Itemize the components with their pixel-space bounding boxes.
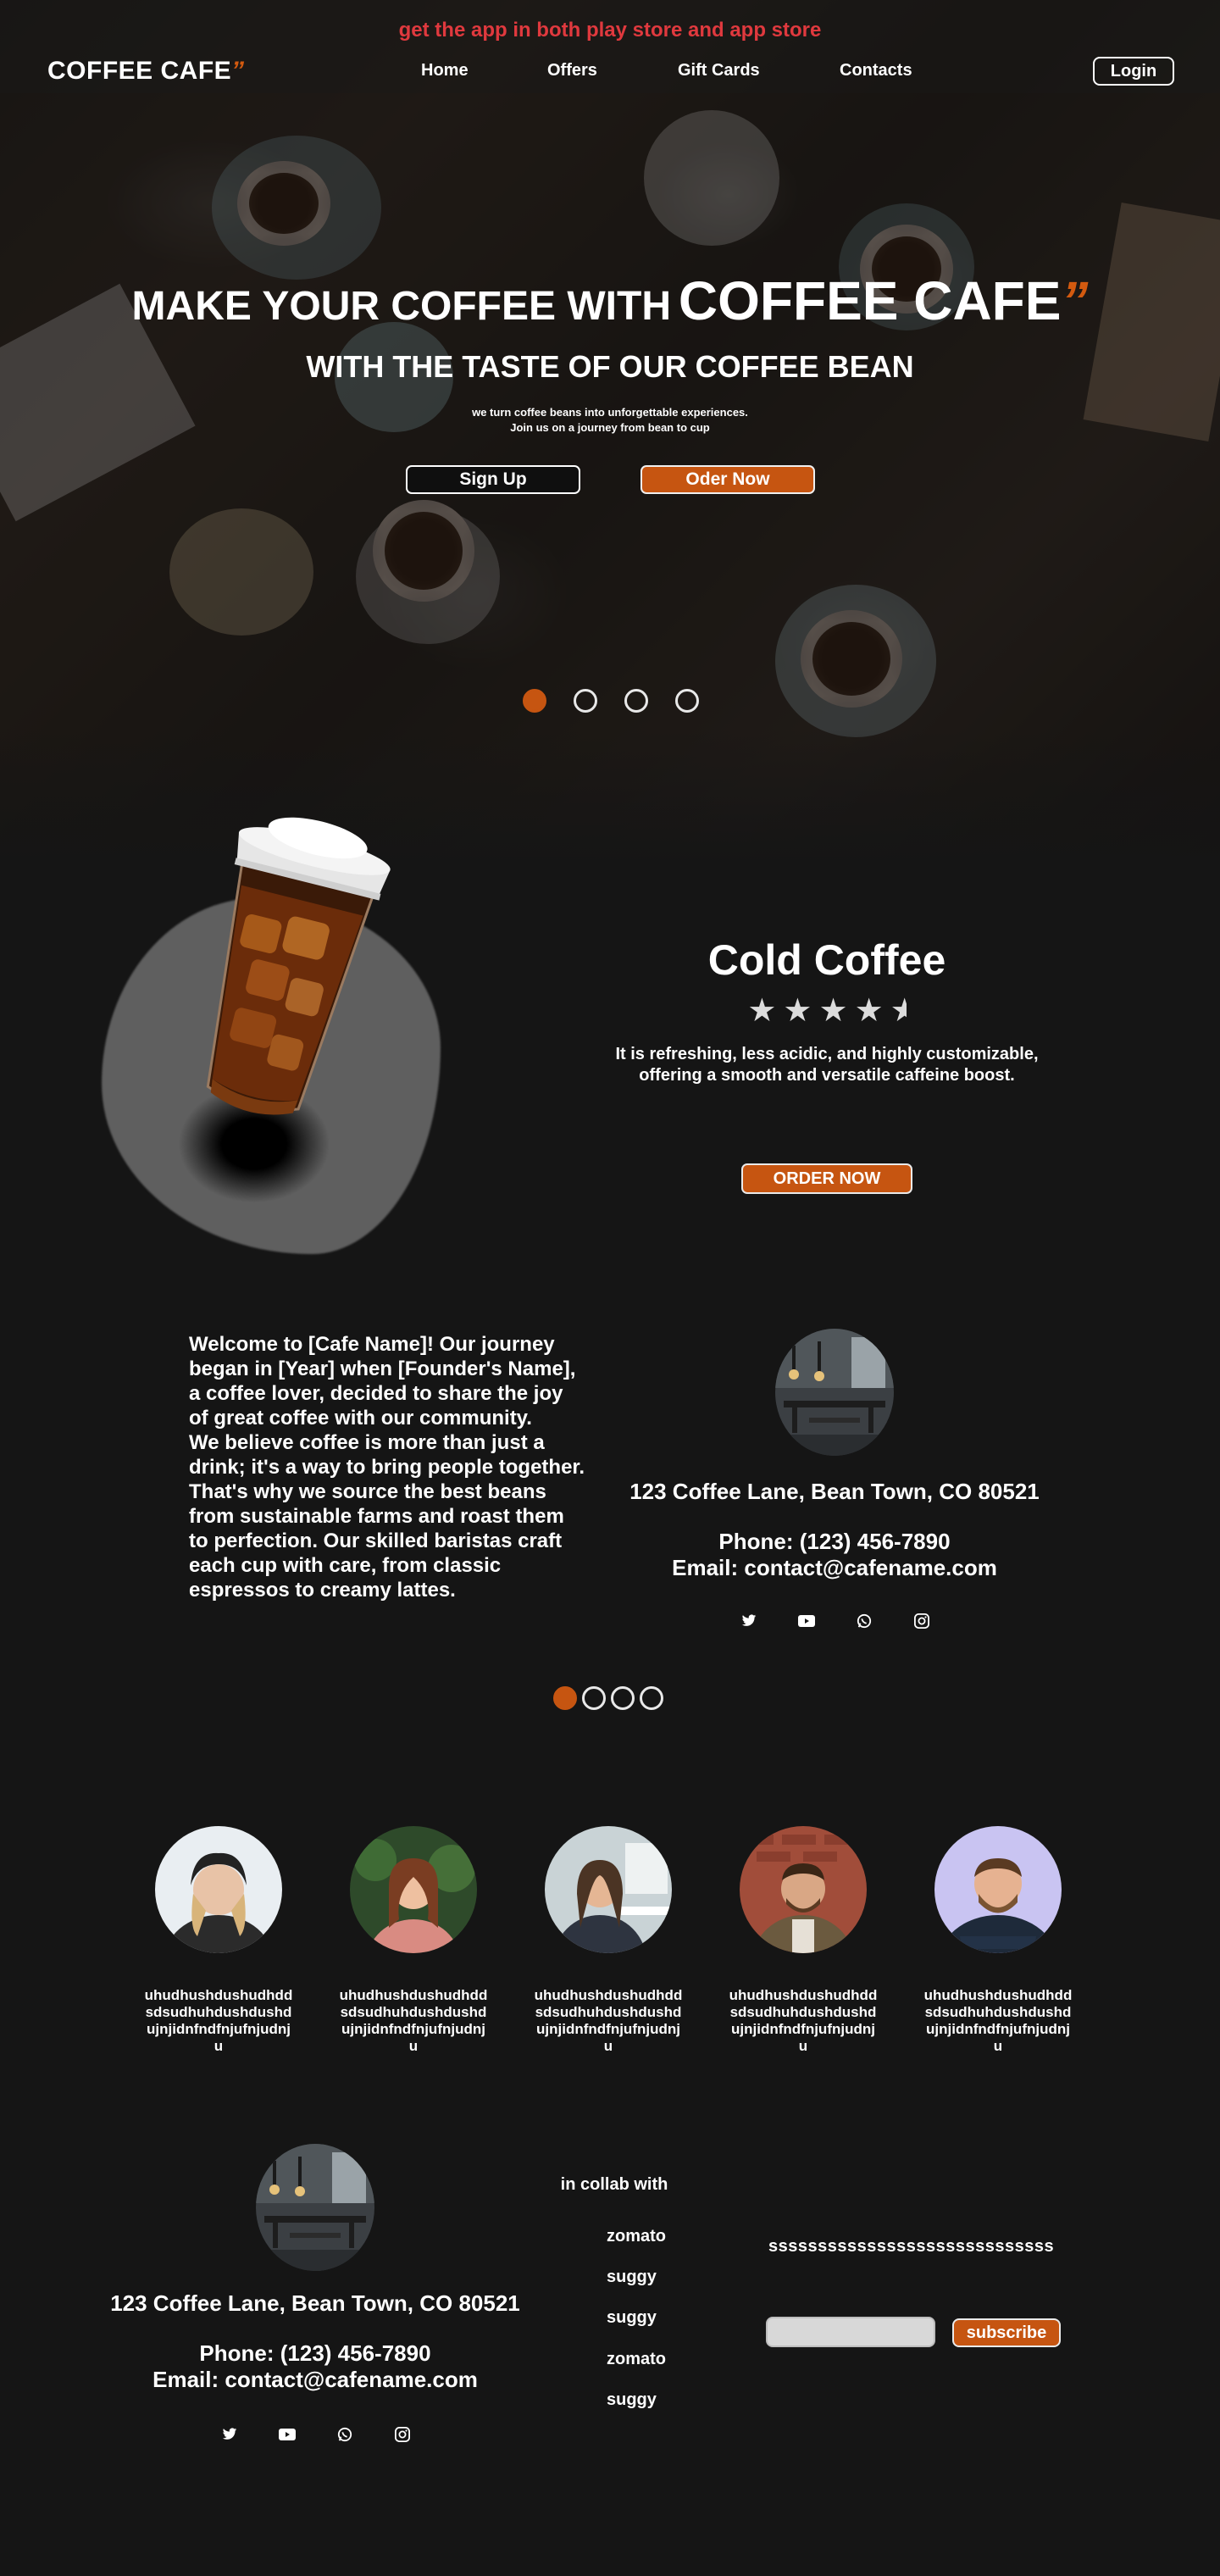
footer-cafe-photo — [256, 2144, 374, 2271]
team-member-bio: uhudhushdushudhddsdsudhuhdushdushdujnjid… — [534, 1987, 683, 2054]
collab-title: in collab with — [560, 2175, 668, 2194]
youtube-icon[interactable] — [797, 1612, 816, 1630]
cafe-interior-photo — [775, 1329, 894, 1456]
hero-title-brand: COFFEE CAFE — [678, 270, 1062, 331]
about-address: 123 Coffee Lane, Bean Town, CO 80521 — [629, 1479, 1040, 1504]
footer-contact: 123 Coffee Lane, Bean Town, CO 80521 Pho… — [74, 2290, 557, 2393]
hero-desc-line-1: we turn coffee beans into unforgettable … — [472, 406, 748, 419]
cold-coffee-image — [206, 817, 391, 1115]
team-member-card: uhudhushdushudhddsdsudhuhdushdushdujnjid… — [333, 1826, 494, 2055]
order-now-button[interactable]: Oder Now — [640, 465, 815, 494]
about-slide-dot-2[interactable] — [582, 1686, 606, 1710]
collab-link[interactable]: suggy — [607, 2268, 657, 2287]
product-desc-line-2: offering a smooth and versatile caffeine… — [639, 1066, 1015, 1085]
whatsapp-icon[interactable] — [336, 2425, 354, 2444]
twitter-icon[interactable] — [220, 2425, 239, 2444]
team-member-card: uhudhushdushudhddsdsudhuhdushdushdujnjid… — [138, 1826, 299, 2055]
team-member-bio: uhudhushdushudhddsdsudhuhdushdushdujnjid… — [923, 1987, 1073, 2054]
about-slide-dot-4[interactable] — [640, 1686, 663, 1710]
team-member-photo — [740, 1826, 867, 1953]
instagram-icon[interactable] — [912, 1612, 931, 1630]
footer-social-links — [220, 2425, 451, 2444]
instagram-icon[interactable] — [393, 2425, 412, 2444]
star-icon: ★ — [854, 993, 890, 1029]
about-slide-dot-1[interactable] — [553, 1686, 577, 1710]
collab-link[interactable]: suggy — [607, 2308, 657, 2328]
newsletter-text: sssssssssssssssssssssssssssss — [768, 2237, 1055, 2256]
product-description: It is refreshing, less acidic, and highl… — [573, 1044, 1081, 1086]
whatsapp-icon[interactable] — [855, 1612, 873, 1630]
team-member-card: uhudhushdushudhddsdsudhuhdushdushdujnjid… — [723, 1826, 884, 2055]
product-rating: ★★★★★ — [573, 991, 1081, 1030]
hero-title-quote: ” — [1061, 270, 1089, 331]
product-desc-line-1: It is refreshing, less acidic, and highl… — [615, 1045, 1039, 1063]
team-member-card: uhudhushdushudhddsdsudhuhdushdushdujnjid… — [528, 1826, 689, 2055]
youtube-icon[interactable] — [278, 2425, 297, 2444]
about-contact: 123 Coffee Lane, Bean Town, CO 80521 Pho… — [593, 1479, 1076, 1581]
about-text: Welcome to [Cafe Name]! Our journey bega… — [189, 1333, 585, 1602]
team-member-photo — [934, 1826, 1062, 1953]
hero-desc-line-2: Join us on a journey from bean to cup — [510, 421, 710, 434]
newsletter-email-input[interactable] — [766, 2317, 935, 2347]
hero-title: MAKE YOUR COFFEE WITH COFFEE CAFE” — [0, 269, 1220, 332]
hero-slide-dot-4[interactable] — [675, 689, 699, 713]
hero-slide-dot-2[interactable] — [574, 689, 597, 713]
team-member-card: uhudhushdushudhddsdsudhuhdushdushdujnjid… — [918, 1826, 1079, 2055]
star-icon: ★ — [818, 993, 855, 1029]
nav-link-offers[interactable]: Offers — [547, 61, 597, 80]
collab-link[interactable]: suggy — [607, 2390, 657, 2410]
collab-link[interactable]: zomato — [607, 2227, 666, 2246]
product-title: Cold Coffee — [707, 936, 946, 984]
nav-links: Home Offers Gift Cards Contacts — [0, 61, 1220, 86]
team-member-photo — [545, 1826, 672, 1953]
nav-link-gift-cards[interactable]: Gift Cards — [678, 61, 760, 80]
footer-email: Email: contact@cafename.com — [152, 2367, 478, 2392]
hero-slider-dots — [523, 689, 699, 713]
star-icon: ★ — [783, 993, 819, 1029]
collab-link[interactable]: zomato — [607, 2350, 666, 2369]
team-member-bio: uhudhushdushudhddsdsudhuhdushdushdujnjid… — [339, 1987, 488, 2054]
half-star-icon: ★ — [890, 991, 907, 1030]
hero-subtitle: WITH THE TASTE OF OUR COFFEE BEAN — [306, 349, 914, 384]
nav-link-home[interactable]: Home — [421, 61, 469, 80]
star-icon: ★ — [747, 993, 784, 1029]
hero-slide-dot-3[interactable] — [624, 689, 648, 713]
login-button[interactable]: Login — [1093, 57, 1174, 86]
footer-phone: Phone: (123) 456-7890 — [199, 2340, 431, 2366]
about-slide-dot-3[interactable] — [611, 1686, 635, 1710]
team-member-bio: uhudhushdushudhddsdsudhuhdushdushdujnjid… — [729, 1987, 878, 2054]
nav-link-contacts[interactable]: Contacts — [840, 61, 912, 80]
twitter-icon[interactable] — [740, 1612, 758, 1630]
app-promo-banner: get the app in both play store and app s… — [398, 19, 822, 42]
team-member-photo — [350, 1826, 477, 1953]
product-order-button[interactable]: ORDER NOW — [741, 1163, 912, 1194]
hero-description: we turn coffee beans into unforgettable … — [0, 405, 1220, 436]
footer-address: 123 Coffee Lane, Bean Town, CO 80521 — [110, 2290, 520, 2316]
about-email: Email: contact@cafename.com — [672, 1555, 997, 1580]
hero-title-prefix: MAKE YOUR COFFEE WITH — [131, 284, 671, 329]
hero-slide-dot-1[interactable] — [523, 689, 546, 713]
about-slider-dots — [553, 1686, 663, 1710]
signup-button[interactable]: Sign Up — [406, 465, 580, 494]
team-member-photo — [155, 1826, 282, 1953]
about-phone: Phone: (123) 456-7890 — [718, 1529, 951, 1554]
about-social-links — [740, 1612, 970, 1630]
team-member-bio: uhudhushdushudhddsdsudhuhdushdushdujnjid… — [144, 1987, 293, 2054]
subscribe-button[interactable]: subscribe — [952, 2318, 1061, 2347]
